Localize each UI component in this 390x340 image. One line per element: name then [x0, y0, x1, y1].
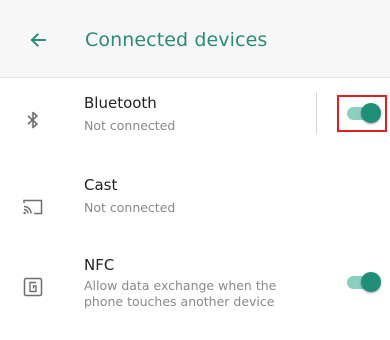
cast-status: Not connected: [84, 200, 176, 215]
nfc-icon: [18, 272, 48, 302]
cast-icon: [18, 192, 48, 222]
bluetooth-setting-row[interactable]: Bluetooth Not connected: [0, 78, 390, 160]
bluetooth-status: Not connected: [84, 118, 176, 133]
app-bar: Connected devices: [0, 0, 390, 78]
cast-title: Cast: [84, 176, 118, 194]
bluetooth-toggle[interactable]: [345, 102, 381, 124]
toggle-thumb: [361, 272, 381, 292]
back-button[interactable]: [22, 24, 54, 56]
nfc-toggle[interactable]: [345, 271, 381, 293]
row-divider: [316, 92, 317, 134]
nfc-title: NFC: [84, 256, 115, 274]
connected-devices-screen: Connected devices Bluetooth Not connecte…: [0, 0, 390, 340]
nfc-setting-row[interactable]: NFC Allow data exchange when the phone t…: [0, 242, 390, 340]
cast-setting-row[interactable]: Cast Not connected: [0, 160, 390, 242]
nfc-description: Allow data exchange when the phone touch…: [84, 278, 277, 309]
bluetooth-title: Bluetooth: [84, 94, 157, 112]
arrow-left-icon: [30, 33, 46, 47]
page-title: Connected devices: [85, 29, 268, 51]
toggle-thumb: [361, 103, 381, 123]
bluetooth-icon: [18, 105, 48, 135]
